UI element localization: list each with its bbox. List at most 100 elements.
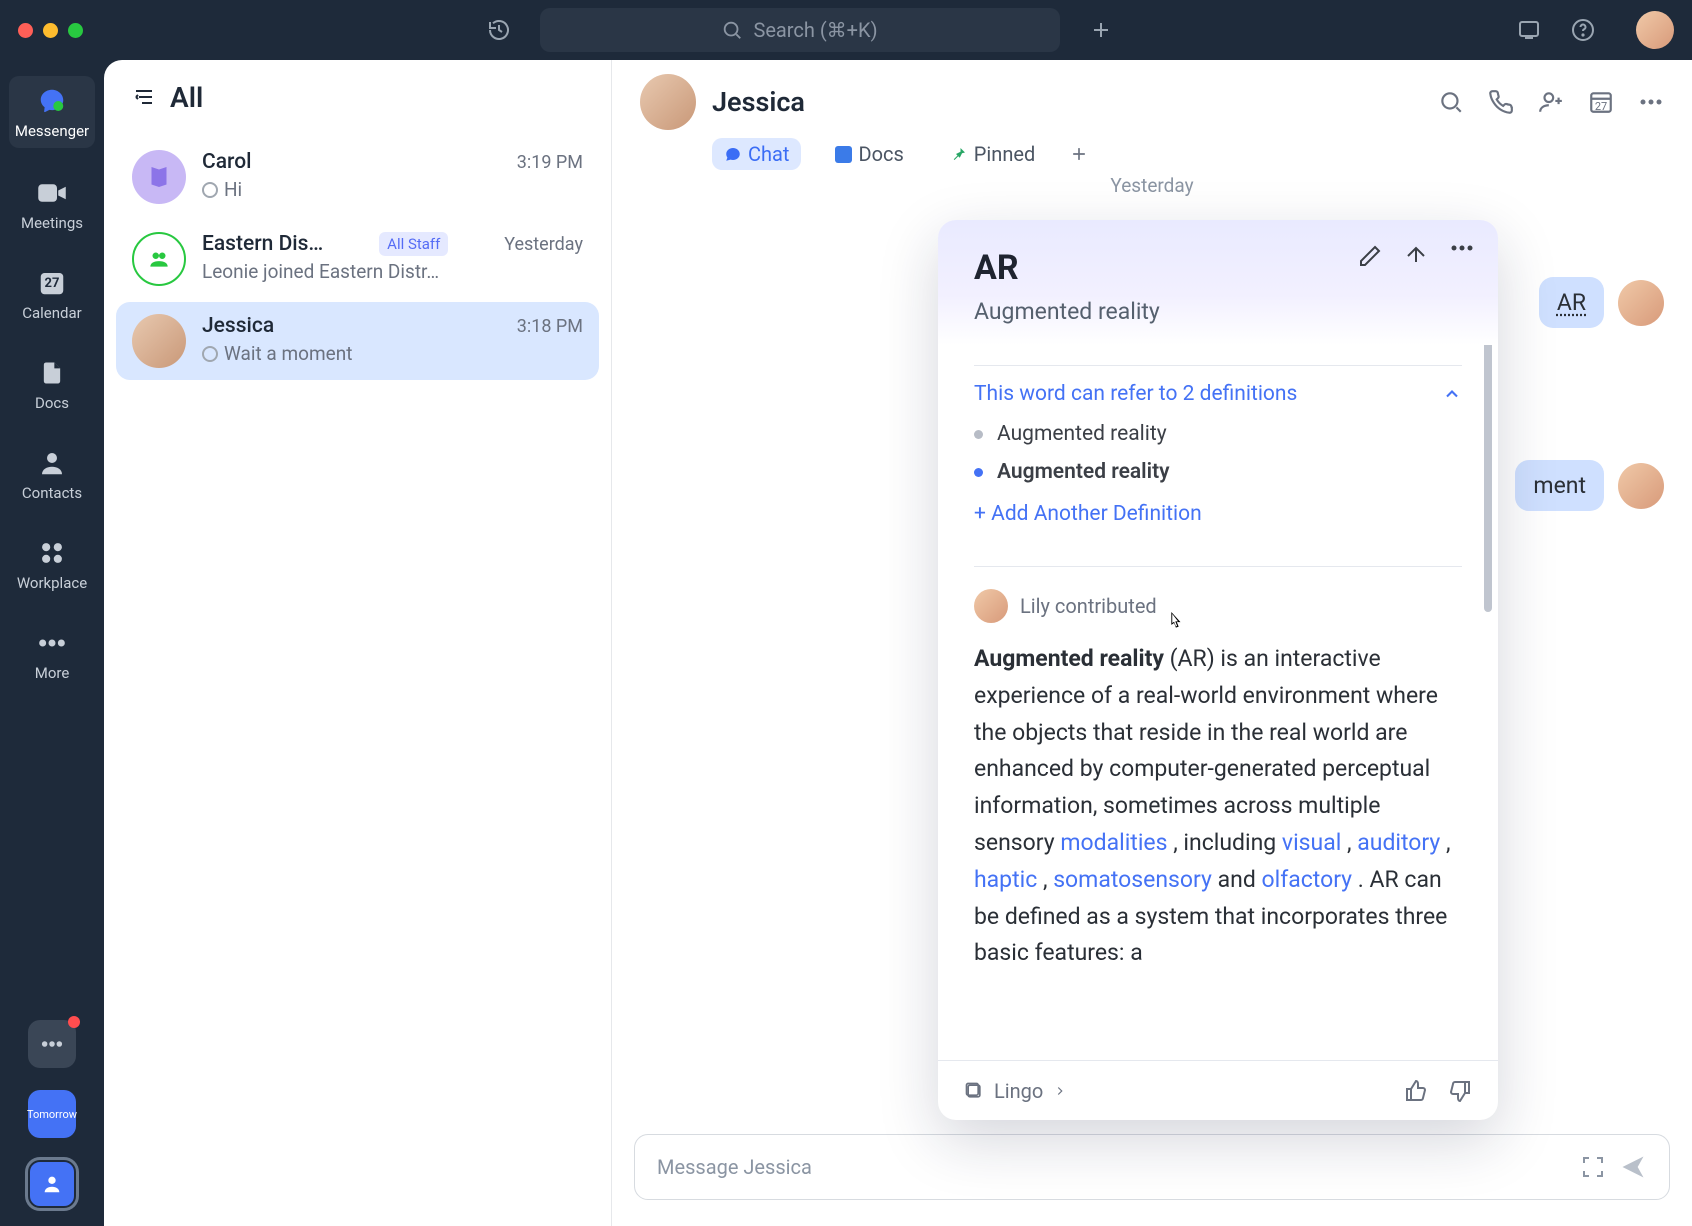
help-icon[interactable]: [1570, 17, 1596, 43]
send-icon[interactable]: [1619, 1153, 1647, 1181]
conversation-list: All Carol 3:19 PM Hi: [104, 60, 612, 1226]
nav-docs[interactable]: Docs: [9, 350, 95, 418]
convo-preview: Leonie joined Eastern Distr…: [202, 260, 439, 283]
chat-avatar[interactable]: [640, 74, 696, 130]
conversation-item[interactable]: Carol 3:19 PM Hi: [116, 138, 599, 216]
more-icon[interactable]: [1450, 244, 1474, 252]
lingo-label[interactable]: Lingo: [994, 1079, 1043, 1103]
plus-icon[interactable]: [1088, 17, 1114, 43]
app-tile-user[interactable]: [28, 1160, 76, 1208]
video-icon: [35, 176, 69, 210]
chevron-right-icon: [1053, 1084, 1067, 1098]
lingo-footer: Lingo: [938, 1060, 1498, 1120]
call-icon[interactable]: [1488, 89, 1514, 115]
convo-preview: Hi: [224, 178, 242, 201]
workspace-icon[interactable]: [1516, 17, 1542, 43]
conversation-item[interactable]: Jessica 3:18 PM Wait a moment: [116, 302, 599, 380]
lingo-popover: AR Augmented reality This word can refer…: [938, 220, 1498, 1120]
avatar: [132, 232, 186, 286]
date-divider: Yesterday: [612, 160, 1692, 211]
close-button[interactable]: [18, 23, 33, 38]
link-somatosensory[interactable]: somatosensory: [1053, 866, 1212, 893]
search-icon: [721, 19, 743, 41]
convo-name: Eastern Dis…: [202, 232, 323, 256]
link-olfactory[interactable]: olfactory: [1262, 866, 1353, 893]
grid-icon: [35, 536, 69, 570]
docs-icon: [35, 356, 69, 390]
convo-name: Carol: [202, 150, 251, 174]
titlebar: Search (⌘+K): [0, 0, 1692, 60]
search-chat-icon[interactable]: [1438, 89, 1464, 115]
link-visual[interactable]: visual: [1282, 829, 1341, 856]
thumbs-up-icon[interactable]: [1404, 1079, 1428, 1103]
nav-calendar[interactable]: 27 Calendar: [9, 260, 95, 328]
conversation-items: Carol 3:19 PM Hi Eastern Dis… All Staff: [104, 134, 611, 384]
convo-time: 3:19 PM: [517, 152, 583, 173]
search-placeholder: Search (⌘+K): [753, 18, 877, 42]
definition-body: Augmented reality (AR) is an interactive…: [974, 641, 1462, 972]
history-icon[interactable]: [486, 17, 512, 43]
expand-icon[interactable]: [1581, 1155, 1605, 1179]
more-icon[interactable]: [1638, 98, 1664, 106]
maximize-button[interactable]: [68, 23, 83, 38]
link-haptic[interactable]: haptic: [974, 866, 1037, 893]
status-icon: [202, 182, 218, 198]
minimize-button[interactable]: [43, 23, 58, 38]
add-definition-button[interactable]: + Add Another Definition: [974, 502, 1462, 526]
lingo-icon: [964, 1081, 984, 1101]
side-nav: Messenger Meetings 27 Calendar Docs: [0, 60, 104, 1226]
nav-label: Docs: [35, 394, 69, 412]
nav-label: Contacts: [22, 484, 82, 502]
edit-icon[interactable]: [1358, 244, 1382, 268]
thumbs-down-icon[interactable]: [1448, 1079, 1472, 1103]
nav-more[interactable]: More: [9, 620, 95, 688]
calendar-icon: 27: [35, 266, 69, 300]
nav-label: Calendar: [22, 304, 82, 322]
filter-icon[interactable]: [132, 85, 156, 109]
lingo-subtitle: Augmented reality: [974, 298, 1462, 325]
conversation-list-header: All: [104, 60, 611, 134]
convo-preview: Wait a moment: [224, 342, 352, 365]
link-modalities[interactable]: modalities: [1060, 829, 1167, 856]
message-avatar: [1618, 280, 1664, 326]
status-icon: [202, 346, 218, 362]
nav-label: Meetings: [21, 214, 83, 232]
convo-time: Yesterday: [504, 234, 583, 255]
nav-messenger[interactable]: Messenger: [9, 76, 95, 148]
definitions-toggle[interactable]: This word can refer to 2 definitions: [974, 382, 1462, 406]
current-user-avatar[interactable]: [1636, 11, 1674, 49]
message-bubble[interactable]: ment: [1515, 460, 1604, 511]
calendar-action-icon[interactable]: 27: [1588, 89, 1614, 115]
contributor-avatar: [974, 589, 1008, 623]
nav-contacts[interactable]: Contacts: [9, 440, 95, 508]
chat-title: Jessica: [712, 86, 805, 118]
add-user-icon[interactable]: [1538, 89, 1564, 115]
group-tag: All Staff: [379, 232, 448, 256]
search-input[interactable]: Search (⌘+K): [540, 8, 1060, 52]
chat-header: Jessica 27 Chat: [612, 60, 1692, 160]
messenger-icon: [35, 84, 69, 118]
app-tile-tomorrow[interactable]: Tomorrow: [28, 1090, 76, 1138]
nav-label: Workplace: [17, 574, 87, 592]
contacts-icon: [35, 446, 69, 480]
contributor-row: Lily contributed: [974, 589, 1462, 623]
nav-label: More: [35, 664, 70, 682]
more-icon: [35, 626, 69, 660]
composer-placeholder: Message Jessica: [657, 1155, 812, 1179]
nav-workplace[interactable]: Workplace: [9, 530, 95, 598]
app-tile-1[interactable]: [28, 1020, 76, 1068]
message-bubble[interactable]: AR: [1539, 277, 1604, 328]
convo-name: Jessica: [202, 314, 274, 338]
definition-option[interactable]: Augmented reality: [974, 460, 1462, 484]
conversation-item[interactable]: Eastern Dis… All Staff Yesterday Leonie …: [116, 220, 599, 298]
nav-meetings[interactable]: Meetings: [9, 170, 95, 238]
avatar: [132, 150, 186, 204]
link-auditory[interactable]: auditory: [1357, 829, 1440, 856]
share-icon[interactable]: [1404, 244, 1428, 268]
convo-time: 3:18 PM: [517, 316, 583, 337]
message-avatar: [1618, 463, 1664, 509]
definition-option[interactable]: Augmented reality: [974, 422, 1462, 446]
nav-label: Messenger: [15, 122, 89, 140]
message-composer[interactable]: Message Jessica: [634, 1134, 1670, 1200]
avatar: [132, 314, 186, 368]
